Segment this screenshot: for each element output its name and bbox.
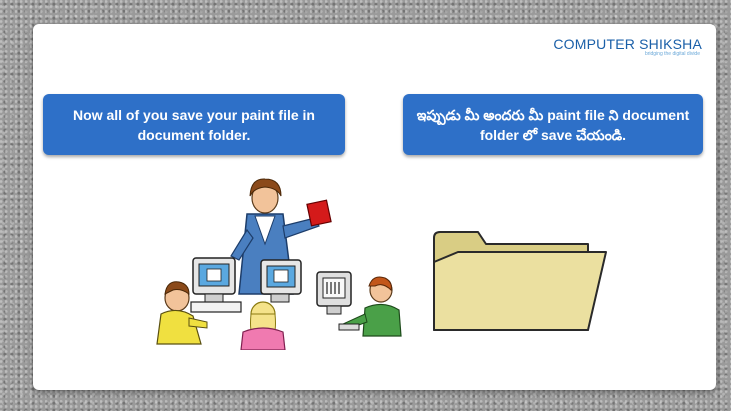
telugu-instruction-text: ఇప్పుడు మీ అందరు మీ paint file ని docume… (416, 106, 690, 143)
slide-card: COMPUTER SHIKSHA bridging the digital di… (33, 24, 716, 390)
computer-right (316, 271, 352, 315)
student-girl-middle (240, 301, 286, 350)
computer-shiksha-logo: COMPUTER SHIKSHA bridging the digital di… (553, 36, 702, 57)
teacher-students-computers-illustration (156, 178, 402, 350)
computer-left (190, 257, 242, 313)
computer-middle (260, 259, 302, 303)
telugu-instruction-box: ఇప్పుడు మీ అందరు మీ paint file ని docume… (403, 94, 703, 155)
english-instruction-text: Now all of you save your paint file in d… (73, 106, 315, 143)
english-instruction-box: Now all of you save your paint file in d… (43, 94, 345, 155)
folder-icon (433, 231, 607, 331)
logo-brand: COMPUTER SHIKSHA (553, 36, 702, 52)
